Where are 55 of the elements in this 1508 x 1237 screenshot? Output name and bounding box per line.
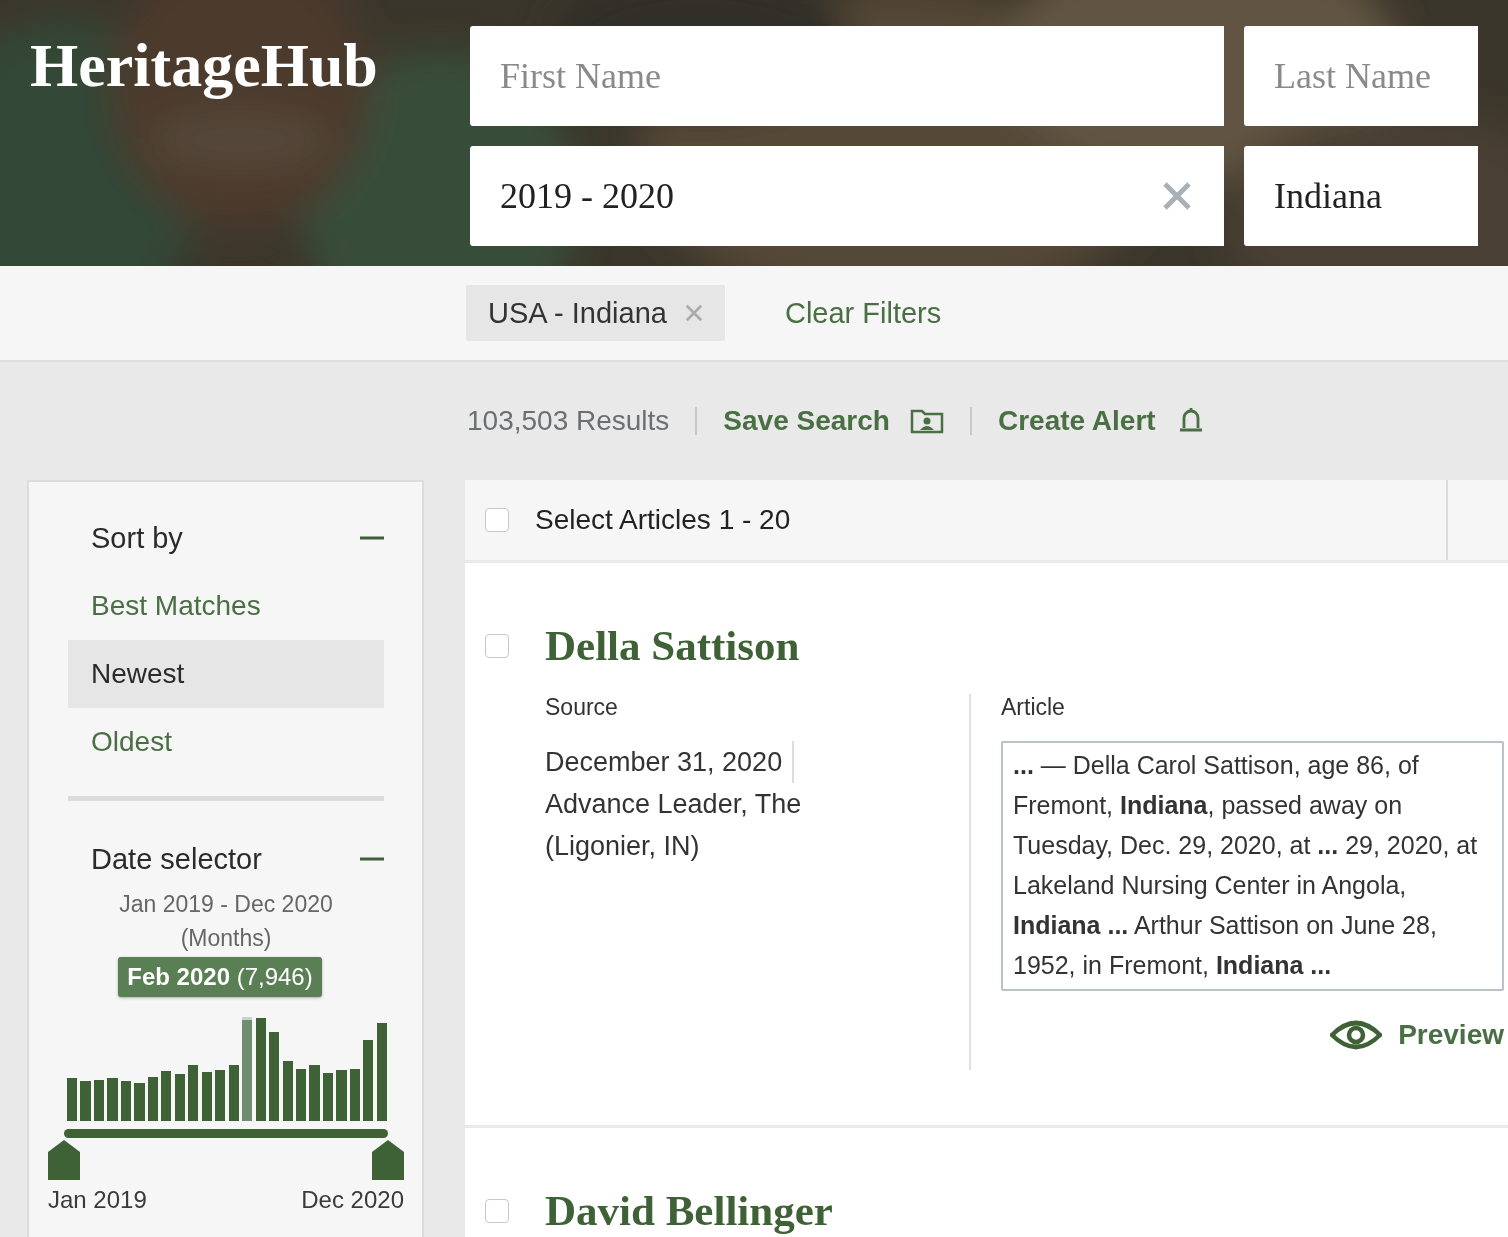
article-label: Article	[1001, 694, 1066, 721]
bar-tooltip: Feb 2020 (7,946)	[118, 957, 322, 997]
sort-option[interactable]: Oldest	[68, 708, 384, 776]
checkbox[interactable]	[485, 508, 509, 532]
sort-option[interactable]: Newest	[68, 640, 384, 708]
date-range: Jan 2019 - Dec 2020 (Months)	[118, 890, 334, 953]
section-title: Sort by	[91, 521, 183, 555]
source-date: December 31, 2020	[545, 741, 795, 783]
histogram-bar[interactable]	[147, 1077, 158, 1121]
search-field[interactable]: Last Name	[1244, 26, 1478, 126]
save-search-link[interactable]: Save Search	[723, 405, 890, 437]
histogram-bar[interactable]	[282, 1060, 293, 1121]
search-field[interactable]: Indiana	[1244, 146, 1478, 246]
results-count: 103,503 Results	[467, 405, 670, 437]
folder-person-icon[interactable]	[909, 408, 944, 434]
sort-option[interactable]: Best Matches	[68, 572, 384, 640]
source-publication: Advance Leader, The (Ligonier, IN)	[545, 788, 803, 863]
checkbox[interactable]	[485, 633, 509, 658]
histogram-bar[interactable]	[215, 1070, 226, 1121]
section-title: Date selector	[91, 842, 262, 876]
create-alert-link[interactable]: Create Alert	[997, 405, 1156, 437]
preview-link[interactable]: Preview	[1330, 1019, 1504, 1051]
histogram-bar[interactable]	[295, 1069, 307, 1121]
histogram-bar[interactable]	[242, 1017, 253, 1121]
histogram-bar[interactable]	[161, 1071, 172, 1121]
slider-handle[interactable]	[48, 1140, 80, 1180]
clear-filters-link[interactable]: Clear Filters	[784, 296, 942, 330]
histogram-bar[interactable]	[349, 1069, 360, 1121]
article-snippet: ... — Della Carol Sattison, age 86, of Fremont, Indiana, passed away on Tuesday, Dec. 29, 2020, at ... 29, 2020, at Lakeland Nursing Center in Angola, Indiana ... Arthur Sattison on June 28, 1952, in Fremont, Indiana ...	[1001, 741, 1504, 991]
result-title[interactable]: Della Sattison	[545, 621, 800, 670]
chip-label: USA - Indiana	[488, 296, 667, 330]
end-label: Dec 2020	[301, 1186, 404, 1214]
histogram-bar[interactable]	[228, 1064, 239, 1121]
start-label: Jan 2019	[48, 1186, 147, 1214]
histogram-bar[interactable]	[269, 1031, 280, 1121]
result-title[interactable]: David Bellinger	[545, 1186, 833, 1235]
filter-chip[interactable]: USA - Indiana	[466, 285, 725, 341]
source-label: Source	[545, 694, 619, 721]
histogram-bar[interactable]	[120, 1081, 132, 1121]
slider-handle[interactable]	[372, 1140, 404, 1180]
search-field[interactable]: 2019 - 2020	[470, 146, 1224, 246]
histogram-bar[interactable]	[201, 1072, 212, 1121]
checkbox[interactable]	[485, 1198, 509, 1223]
eye-icon	[1330, 1019, 1383, 1051]
histogram-bar[interactable]	[376, 1023, 387, 1121]
histogram-bar[interactable]	[134, 1082, 145, 1121]
histogram-bar[interactable]	[322, 1073, 334, 1121]
histogram-bar[interactable]	[93, 1080, 105, 1121]
histogram-bar[interactable]	[188, 1064, 199, 1121]
histogram-bar[interactable]	[255, 1018, 266, 1121]
histogram-bar[interactable]	[174, 1074, 185, 1121]
search-field[interactable]: First Name	[470, 26, 1224, 126]
select-all-label: Select Articles 1 - 20	[535, 504, 791, 536]
histogram-bar[interactable]	[363, 1039, 374, 1121]
histogram-bar[interactable]	[67, 1078, 78, 1121]
